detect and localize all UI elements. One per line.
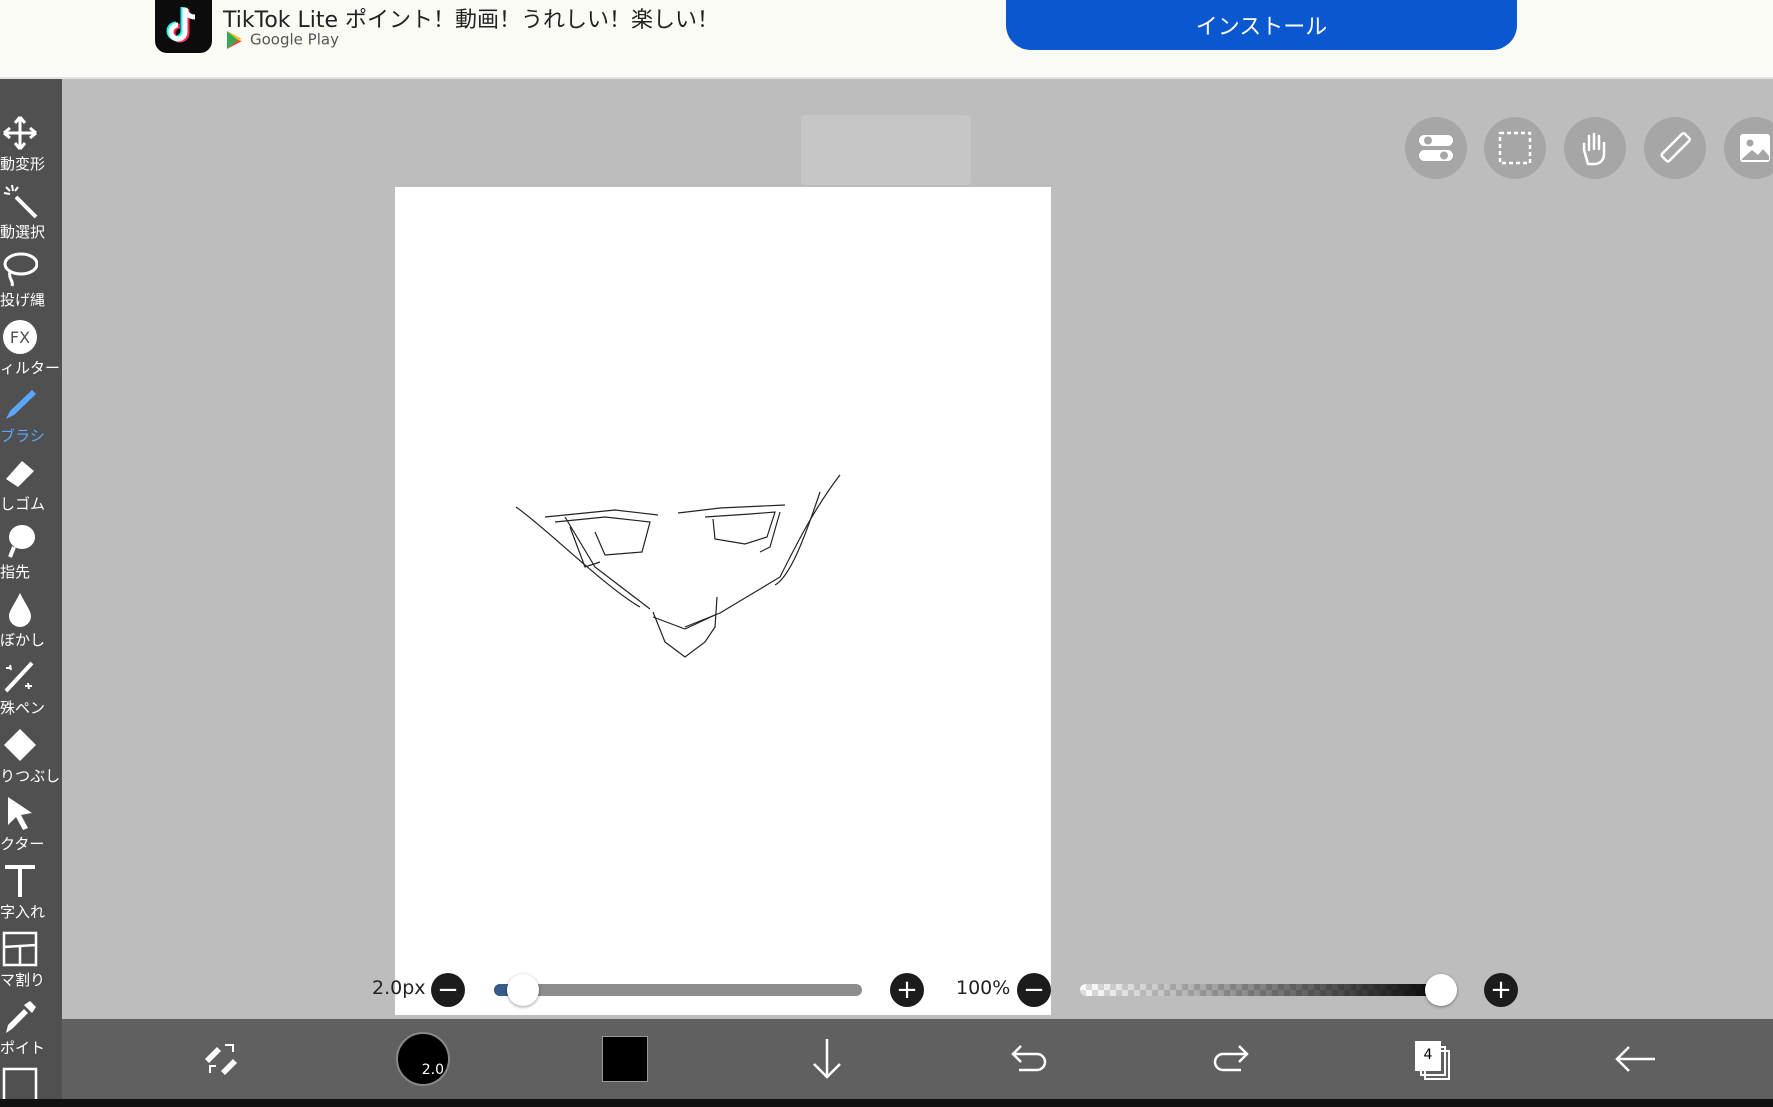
opacity-increase-button[interactable]: + (1484, 973, 1518, 1007)
layers-icon: 4 (1413, 1039, 1453, 1080)
back-button[interactable] (1600, 1019, 1670, 1099)
brush-icon (6, 390, 36, 419)
move-transform-icon (3, 116, 37, 150)
undo-icon (1011, 1045, 1047, 1072)
ad-store: Google Play (226, 30, 339, 52)
tool-blur[interactable]: ぼかし (0, 591, 62, 659)
tool-vector[interactable]: クター (0, 795, 62, 863)
faded-tab (801, 115, 971, 185)
tool-label: 殊ペン (0, 699, 46, 717)
blur-drop-icon (9, 593, 31, 627)
tool-label: ブラシ (0, 427, 45, 445)
selection-rect-icon[interactable] (1484, 117, 1546, 179)
tool-special-pen[interactable]: 殊ペン (0, 659, 62, 727)
tool-brush[interactable]: ブラシ (0, 387, 62, 455)
svg-text:FX: FX (10, 328, 30, 347)
color-button[interactable] (590, 1019, 660, 1099)
smudge-finger-icon (8, 525, 35, 558)
tool-smudge[interactable]: 指先 (0, 523, 62, 591)
tool-label: 投げ縄 (0, 291, 46, 309)
opacity-decrease-button[interactable]: − (1017, 973, 1051, 1007)
system-bar (0, 1099, 1773, 1107)
tool-label: クター (0, 835, 45, 853)
vector-cursor-icon (8, 797, 32, 830)
toggle-switches-icon[interactable] (1405, 117, 1467, 179)
brush-size-button[interactable]: 2.0 (388, 1019, 458, 1099)
brush-size-slider[interactable] (494, 974, 862, 1006)
tool-palette: 動変形 動選択 投げ縄 FX ィルター ブラシ しゴム 指先 ぼかし 殊ペン り… (0, 79, 62, 1107)
layer-count: 4 (1415, 1041, 1441, 1071)
fill-bucket-icon (4, 729, 36, 761)
swap-tool-icon (205, 1044, 237, 1075)
opacity-knob[interactable] (1425, 974, 1457, 1006)
color-swatch (602, 1036, 648, 1082)
tool-label: 字入れ (0, 903, 46, 921)
tool-filter[interactable]: FX ィルター (0, 319, 62, 387)
eraser-icon (6, 461, 34, 487)
redo-icon (1213, 1045, 1249, 1072)
brush-size-indicator: 2.0 (396, 1032, 450, 1086)
tool-eraser[interactable]: しゴム (0, 455, 62, 523)
ad-banner[interactable]: TikTok Lite ポイント！動画！うれしい！楽しい！ Google Pla… (0, 0, 1773, 79)
google-play-icon (227, 31, 242, 49)
back-arrow-icon (1615, 1046, 1655, 1072)
tool-magic-wand[interactable]: 動選択 (0, 183, 62, 251)
hand-gesture-icon[interactable] (1564, 117, 1626, 179)
opacity-slider[interactable] (1080, 974, 1457, 1006)
tool-text[interactable]: 字入れ (0, 863, 62, 931)
install-button[interactable]: インストール (1006, 0, 1517, 50)
tool-lasso[interactable]: 投げ縄 (0, 251, 62, 319)
tool-label: ポイト (0, 1039, 46, 1057)
lasso-icon (3, 252, 38, 287)
download-arrow-icon (813, 1039, 841, 1079)
tool-frame-divider[interactable]: マ割り (0, 931, 62, 999)
tool-label: ぼかし (0, 631, 46, 649)
tool-fill[interactable]: りつぶし (0, 727, 62, 795)
drawing-canvas[interactable] (395, 187, 1051, 1015)
tool-label: ィルター (0, 359, 61, 377)
text-icon (5, 865, 35, 897)
bottom-toolbar: 2.0 4 (62, 1019, 1773, 1099)
tool-label: 動変形 (0, 155, 46, 173)
eyedropper-icon (6, 1001, 36, 1033)
opacity-label: 100% (956, 977, 1011, 999)
frame-divider-icon (2, 931, 38, 967)
brush-size-label: 2.0px (372, 977, 426, 999)
layers-button[interactable]: 4 (1398, 1019, 1468, 1099)
magic-wand-icon (3, 184, 38, 219)
size-decrease-button[interactable]: − (431, 973, 465, 1007)
special-pen-icon (4, 661, 34, 693)
swap-tool-button[interactable] (186, 1019, 256, 1099)
tool-label: マ割り (0, 971, 46, 989)
sketch-drawing (515, 474, 841, 658)
size-increase-button[interactable]: + (890, 973, 924, 1007)
canvas-icon (2, 1067, 38, 1103)
tool-eyedropper[interactable]: ポイト (0, 999, 62, 1067)
tool-label: りつぶし (0, 767, 61, 785)
tool-label: しゴム (0, 495, 46, 513)
download-button[interactable] (792, 1019, 862, 1099)
tiktok-logo-icon (155, 0, 212, 53)
undo-button[interactable] (994, 1019, 1064, 1099)
ruler-icon[interactable] (1644, 117, 1706, 179)
tool-label: 動選択 (0, 223, 46, 241)
redo-button[interactable] (1196, 1019, 1266, 1099)
fx-filter-icon: FX (3, 320, 37, 354)
tool-label: 指先 (0, 563, 31, 581)
tool-move-transform[interactable]: 動変形 (0, 115, 62, 183)
